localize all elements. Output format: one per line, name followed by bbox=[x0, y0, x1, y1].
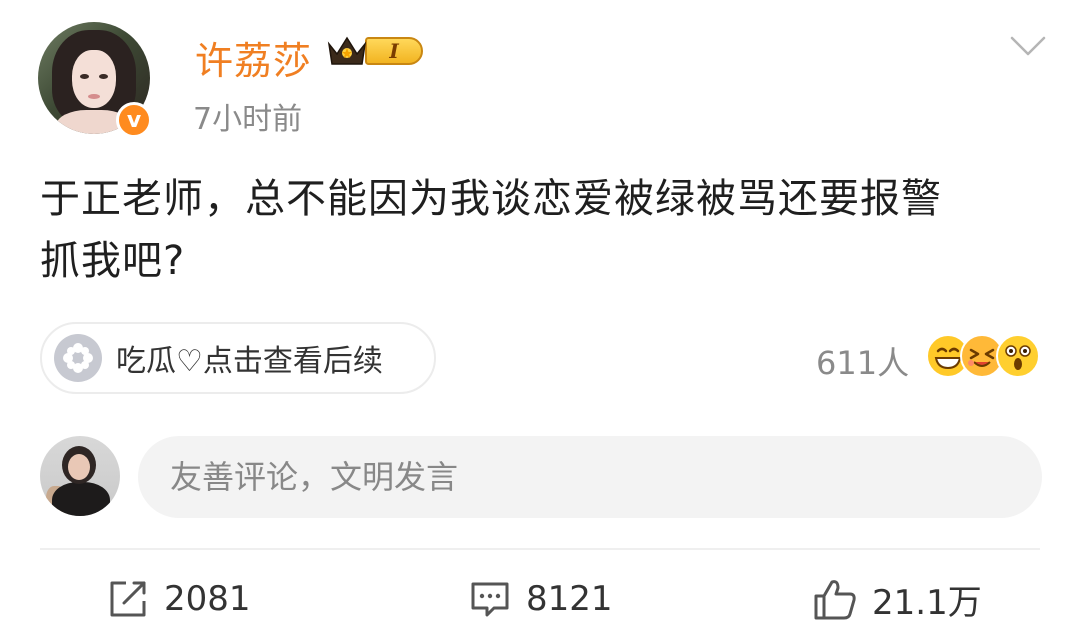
topic-pill[interactable]: 吃瓜♡点击查看后续 bbox=[40, 322, 436, 394]
reaction-emojis[interactable] bbox=[926, 334, 1046, 382]
reaction-count[interactable]: 611人 bbox=[816, 338, 909, 384]
author-name[interactable]: 许荔莎 bbox=[195, 30, 312, 85]
member-level-badge[interactable]: I bbox=[327, 34, 423, 68]
level-pill: I bbox=[365, 37, 423, 65]
share-icon bbox=[106, 577, 150, 621]
crown-icon bbox=[327, 34, 367, 68]
post-body: 于正老师，总不能因为我谈恋爱被绿被骂还要报警 抓我吧? bbox=[40, 168, 1030, 292]
verified-badge-icon: v bbox=[116, 102, 152, 138]
chevron-down-icon[interactable] bbox=[1008, 34, 1048, 58]
post-timestamp: 7小时前 bbox=[193, 102, 303, 137]
divider bbox=[40, 548, 1040, 550]
like-count: 21.1万 bbox=[872, 582, 982, 623]
weibo-post-card: v 许荔莎 I 7小时前 于正老师，总不能因为我谈恋爱被绿被骂还要报警 抓我吧? bbox=[0, 0, 1080, 632]
comment-input[interactable] bbox=[138, 436, 1042, 518]
post-text-line: 抓我吧? bbox=[40, 238, 186, 284]
topic-label: 吃瓜♡点击查看后续 bbox=[116, 344, 383, 379]
post-text-line: 于正老师，总不能因为我谈恋爱被绿被骂还要报警 bbox=[40, 176, 942, 222]
comment-bubble-icon bbox=[468, 577, 512, 621]
comment-button[interactable]: 8121 bbox=[468, 574, 613, 624]
surprised-emoji-icon bbox=[996, 334, 1040, 378]
share-button[interactable]: 2081 bbox=[106, 574, 251, 624]
comment-count: 8121 bbox=[526, 579, 613, 619]
thumbs-up-icon bbox=[812, 576, 858, 622]
current-user-avatar[interactable] bbox=[40, 436, 120, 516]
share-count: 2081 bbox=[164, 579, 251, 619]
flower-icon bbox=[54, 334, 102, 382]
like-button[interactable]: 21.1万 bbox=[812, 574, 982, 624]
